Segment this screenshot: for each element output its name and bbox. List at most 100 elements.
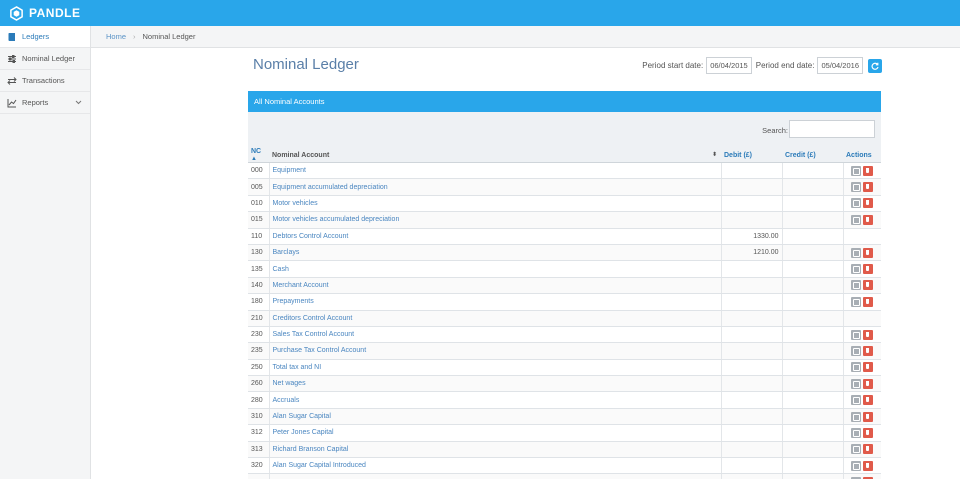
row-account-link[interactable]: Equipment — [268, 162, 721, 180]
row-credit — [781, 391, 843, 409]
row-account-link[interactable]: Debtors Control Account — [268, 228, 721, 245]
table-row: 210 Creditors Control Account — [248, 310, 881, 327]
sidebar-item-reports[interactable]: Reports — [0, 92, 90, 114]
delete-icon[interactable] — [863, 280, 874, 291]
book-icon — [6, 31, 17, 42]
delete-icon[interactable] — [863, 329, 874, 340]
sidebar-item-transactions[interactable]: Transactions — [0, 70, 90, 92]
row-actions — [842, 473, 881, 479]
row-debit — [720, 375, 782, 393]
table-row: 280 Accruals — [248, 391, 881, 409]
row-account-link[interactable]: Prepayments — [268, 293, 721, 311]
breadcrumb-home-link[interactable]: Home — [106, 32, 126, 41]
row-credit — [781, 277, 843, 295]
row-nc: 260 — [248, 375, 269, 393]
row-account-link[interactable]: Alan Sugar Capital Introduced — [268, 457, 721, 475]
period-start-input[interactable]: 06/04/2015 — [706, 57, 752, 74]
edit-icon[interactable] — [851, 329, 862, 340]
table-row: 320 Alan Sugar Capital Introduced — [248, 457, 881, 475]
delete-icon[interactable] — [863, 182, 874, 193]
row-nc: 312 — [248, 424, 269, 442]
column-header-credit[interactable]: Credit (£) — [782, 148, 843, 163]
delete-icon[interactable] — [863, 264, 874, 275]
edit-icon[interactable] — [851, 427, 862, 438]
row-account-link[interactable]: Alan Sugar Capital — [268, 408, 721, 426]
row-account-link[interactable]: Purchase Tax Control Account — [268, 342, 721, 360]
row-account-link[interactable] — [268, 473, 721, 479]
row-credit — [781, 162, 843, 180]
row-actions — [842, 178, 881, 196]
table-row: 235 Purchase Tax Control Account — [248, 342, 881, 360]
edit-icon[interactable] — [851, 411, 862, 422]
delete-icon[interactable] — [863, 444, 874, 455]
breadcrumb: Home › Nominal Ledger — [91, 26, 960, 48]
row-account-link[interactable]: Sales Tax Control Account — [268, 326, 721, 344]
table-row: 010 Motor vehicles — [248, 195, 881, 213]
row-account-link[interactable]: Creditors Control Account — [268, 310, 721, 327]
edit-icon[interactable] — [851, 198, 862, 209]
column-header-debit[interactable]: Debit (£) — [721, 148, 782, 163]
delete-icon[interactable] — [863, 411, 874, 422]
delete-icon[interactable] — [863, 427, 874, 438]
delete-icon[interactable] — [863, 362, 874, 373]
period-end-input[interactable]: 05/04/2016 — [817, 57, 863, 74]
column-header-nc[interactable]: NC ▲ — [248, 148, 269, 163]
table-row: 180 Prepayments — [248, 293, 881, 311]
edit-icon[interactable] — [851, 395, 862, 406]
delete-icon[interactable] — [863, 296, 874, 307]
row-account-link[interactable]: Peter Jones Capital — [268, 424, 721, 442]
row-account-link[interactable]: Equipment accumulated depreciation — [268, 178, 721, 196]
row-account-link[interactable]: Merchant Account — [268, 277, 721, 295]
row-account-link[interactable]: Barclays — [268, 244, 721, 262]
delete-icon[interactable] — [863, 165, 874, 176]
delete-icon[interactable] — [863, 460, 874, 471]
period-end-label: Period end date: — [755, 61, 815, 70]
edit-icon[interactable] — [851, 345, 862, 356]
edit-icon[interactable] — [851, 444, 862, 455]
row-account-link[interactable]: Accruals — [268, 391, 721, 409]
edit-icon[interactable] — [851, 247, 862, 258]
row-account-link[interactable]: Net wages — [268, 375, 721, 393]
top-bar: PANDLE — [0, 0, 960, 26]
app-logo-text[interactable]: PANDLE — [29, 6, 80, 20]
row-actions — [842, 391, 881, 409]
sidebar-item-nominal-ledger[interactable]: Nominal Ledger — [0, 48, 90, 70]
delete-icon[interactable] — [863, 395, 874, 406]
row-debit: 1330.00 — [720, 228, 782, 245]
row-debit — [720, 310, 782, 327]
row-nc: 135 — [248, 260, 269, 278]
search-input[interactable] — [789, 120, 875, 138]
row-nc: 015 — [248, 211, 269, 229]
edit-icon[interactable] — [851, 296, 862, 307]
row-account-link[interactable]: Motor vehicles accumulated depreciation — [268, 211, 721, 229]
refresh-button[interactable] — [868, 58, 882, 73]
edit-icon[interactable] — [851, 460, 862, 471]
table-row: 310 Alan Sugar Capital — [248, 408, 881, 426]
edit-icon[interactable] — [851, 165, 862, 176]
edit-icon[interactable] — [851, 362, 862, 373]
delete-icon[interactable] — [863, 378, 874, 389]
edit-icon[interactable] — [851, 182, 862, 193]
row-credit — [781, 228, 843, 245]
row-account-link[interactable]: Richard Branson Capital — [268, 441, 721, 459]
sidebar-item-ledgers[interactable]: Ledgers — [0, 26, 90, 48]
row-account-link[interactable]: Cash — [268, 260, 721, 278]
period-start-label: Period start date: — [642, 61, 704, 70]
column-header-account[interactable]: Nominal Account ⬍ — [269, 148, 721, 163]
row-credit — [781, 473, 843, 479]
sidebar-item-label: Nominal Ledger — [22, 54, 75, 63]
delete-icon[interactable] — [863, 198, 874, 209]
edit-icon[interactable] — [851, 214, 862, 225]
row-account-link[interactable]: Total tax and NI — [268, 359, 721, 377]
page-title: Nominal Ledger — [253, 56, 359, 73]
edit-icon[interactable] — [851, 280, 862, 291]
row-credit — [781, 293, 843, 311]
table-row: 110 Debtors Control Account 1330.00 — [248, 228, 881, 245]
delete-icon[interactable] — [863, 214, 874, 225]
edit-icon[interactable] — [851, 378, 862, 389]
row-debit — [720, 178, 782, 196]
delete-icon[interactable] — [863, 247, 874, 258]
delete-icon[interactable] — [863, 345, 874, 356]
row-account-link[interactable]: Motor vehicles — [268, 195, 721, 213]
edit-icon[interactable] — [851, 264, 862, 275]
